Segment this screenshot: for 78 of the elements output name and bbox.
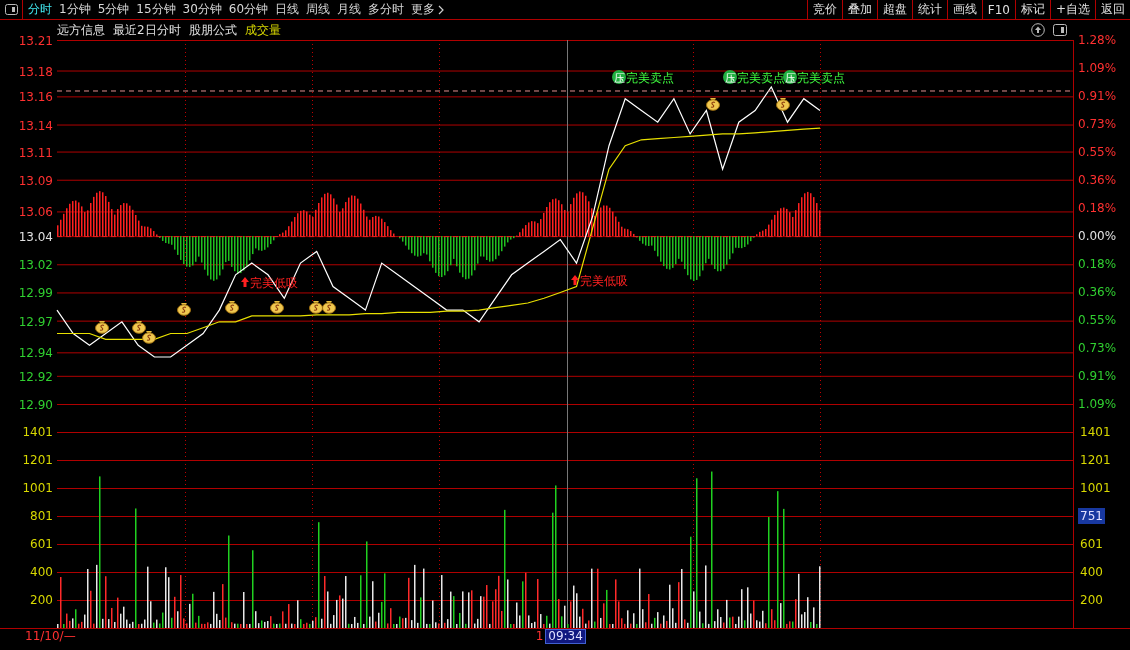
date-label: 11/10/—	[25, 629, 76, 643]
period-tab[interactable]: 月线	[337, 1, 362, 18]
price-label: 13.11	[18, 145, 53, 160]
percent-label: 0.00%	[1077, 228, 1118, 245]
price-label: 12.94	[18, 346, 53, 361]
volume-label: 1401	[1079, 424, 1112, 440]
volume-label: 1201	[1079, 452, 1112, 468]
price-label: 13.02	[18, 258, 53, 273]
price-label: 13.21	[18, 34, 53, 48]
percent-label: 0.91%	[1077, 368, 1118, 385]
percent-label: 0.36%	[1077, 172, 1118, 189]
volume-label: 1401	[21, 424, 54, 441]
period-tab[interactable]: 15分钟	[136, 1, 176, 18]
time-marker: 1	[535, 629, 544, 643]
volume-label: 1001	[21, 480, 54, 497]
volume-label: 601	[1079, 536, 1104, 552]
chevron-icon	[438, 4, 445, 15]
volume-label: 400	[1079, 564, 1104, 580]
volume-label: 200	[29, 592, 54, 609]
money-bag-icon	[95, 321, 109, 334]
percent-label: 0.18%	[1077, 200, 1118, 217]
money-bag-icon	[142, 331, 156, 344]
period-tab[interactable]: 日线	[275, 1, 300, 18]
percent-label: 1.09%	[1077, 60, 1118, 77]
money-bag-icon	[706, 98, 720, 111]
percent-label: 0.36%	[1077, 284, 1118, 301]
period-title: 最近2日分时	[113, 21, 181, 39]
percent-label: 1.28%	[1077, 32, 1118, 49]
buy-signal-label: 完美低吸	[571, 274, 628, 288]
period-tab[interactable]: 分时	[28, 1, 52, 18]
percent-label: 0.18%	[1077, 256, 1118, 273]
period-tab[interactable]: 30分钟	[182, 1, 222, 18]
price-label: 12.99	[18, 286, 53, 301]
volume-label: 801	[29, 508, 54, 525]
period-tab[interactable]: 多分时	[368, 1, 405, 18]
price-label: 12.97	[18, 314, 53, 329]
period-tab[interactable]: 更多	[411, 1, 445, 18]
stock-name: 远方信息	[57, 21, 105, 39]
percent-label: 1.09%	[1077, 396, 1118, 413]
money-bag-icon	[776, 98, 790, 111]
formula-name: 股朋公式	[188, 21, 237, 39]
panel-toggle-icon[interactable]	[4, 4, 18, 15]
volume-label: 1001	[1079, 480, 1112, 496]
price-label: 13.18	[18, 64, 53, 79]
price-label: 13.06	[18, 205, 53, 220]
volume-label: 200	[1079, 592, 1104, 608]
price-label: 12.90	[18, 398, 53, 412]
price-label: 12.92	[18, 369, 53, 384]
volume-label: 400	[29, 564, 54, 581]
period-tab[interactable]: 60分钟	[228, 1, 269, 18]
price-label: 13.14	[18, 118, 53, 133]
price-label: 13.04	[18, 230, 53, 245]
cursor-time-label: 09:34	[545, 628, 586, 644]
upload-icon[interactable]	[1031, 23, 1045, 37]
money-bag-icon	[270, 301, 284, 314]
sell-signal-label: 压完美卖点	[612, 70, 674, 85]
panel-toggle-icon[interactable]	[1053, 24, 1067, 36]
period-tab[interactable]: 周线	[306, 1, 331, 18]
percent-label: 0.91%	[1077, 88, 1118, 105]
percent-label: 0.55%	[1077, 312, 1118, 329]
sell-signal-label: 压完美卖点	[783, 70, 845, 85]
money-bag-icon	[225, 301, 239, 314]
money-bag-icon	[322, 301, 336, 314]
volume-label: 601	[29, 536, 54, 553]
money-bag-icon	[177, 303, 191, 316]
sell-signal-label: 压完美卖点	[723, 70, 785, 85]
period-tab[interactable]: 5分钟	[97, 1, 130, 18]
price-label: 13.16	[18, 90, 53, 105]
percent-label: 0.73%	[1077, 340, 1118, 357]
period-tab[interactable]: 1分钟	[59, 1, 91, 18]
percent-label: 0.73%	[1077, 116, 1118, 133]
volume-label: 751	[1078, 508, 1105, 524]
volume-label: 1201	[21, 452, 54, 469]
money-bag-icon	[309, 301, 323, 314]
money-bag-icon	[132, 321, 146, 334]
percent-label: 0.55%	[1077, 144, 1118, 161]
indicator-name: 成交量	[244, 21, 281, 39]
price-label: 13.09	[18, 173, 53, 188]
